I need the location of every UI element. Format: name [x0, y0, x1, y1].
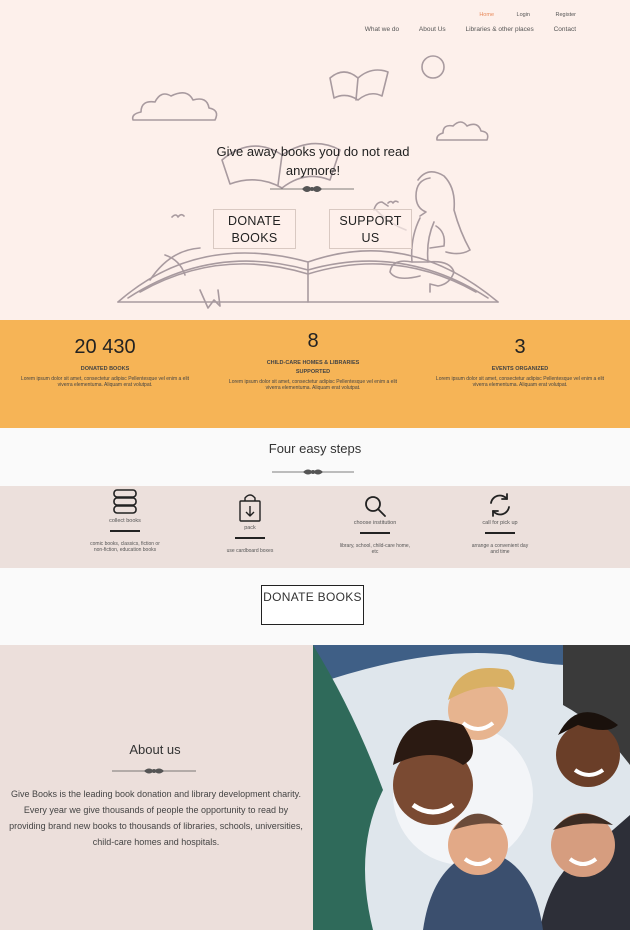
- main-nav: What we do About Us Libraries & other pl…: [347, 26, 576, 33]
- books-stack-icon: [113, 489, 137, 514]
- step-label: pack: [244, 525, 256, 531]
- decoration-divider-icon: [112, 768, 196, 774]
- support-us-button[interactable]: SUPPORT US: [329, 209, 412, 249]
- stat-description: Lorem ipsum dolor sit amet, consectetur …: [435, 376, 605, 388]
- refresh-icon: [490, 493, 510, 517]
- step-collect-books: collect books comic books, classics, fic…: [75, 488, 175, 554]
- steps-title: Four easy steps: [268, 441, 362, 456]
- stats-section: 20 430 DONATED BOOKS Lorem ipsum dolor s…: [0, 320, 630, 428]
- stat-label: CHILD-CARE HOMES & LIBRARIES SUPPORTED: [266, 360, 360, 375]
- nav-contact-link[interactable]: Contact: [554, 26, 576, 33]
- team-photo-illustration: [313, 645, 630, 930]
- about-text: Give Books is the leading book donation …: [9, 789, 303, 847]
- stat-label: EVENTS ORGANIZED: [491, 366, 549, 372]
- stat-label: DONATED BOOKS: [80, 366, 130, 372]
- step-choose-institution: choose institution library, school, chil…: [325, 494, 425, 556]
- donate-books-cta-button[interactable]: DONATE BOOKS: [261, 585, 364, 625]
- step-label: collect books: [109, 518, 141, 524]
- step-label: call for pick up: [482, 520, 518, 526]
- steps-header: Four easy steps: [0, 428, 630, 486]
- donate-cta-section: DONATE BOOKS: [0, 568, 630, 645]
- nav-about-us-link[interactable]: About Us: [419, 26, 446, 33]
- stat-description: Lorem ipsum dolor sit amet, consectetur …: [228, 379, 398, 391]
- steps-section: collect books comic books, classics, fic…: [0, 486, 630, 568]
- nav-login-link[interactable]: Login: [517, 12, 530, 18]
- search-icon: [365, 496, 386, 517]
- donate-books-button[interactable]: DONATE BOOKS: [213, 209, 296, 249]
- stat-homes-libraries: 8 CHILD-CARE HOMES & LIBRARIES SUPPORTED…: [228, 330, 398, 391]
- shopping-bag-icon: [239, 494, 261, 522]
- decoration-divider-icon: [272, 469, 354, 475]
- stat-donated-books: 20 430 DONATED BOOKS Lorem ipsum dolor s…: [20, 336, 190, 388]
- nav-register-link[interactable]: Register: [556, 12, 576, 18]
- about-title: About us: [129, 742, 181, 757]
- stat-events: 3 EVENTS ORGANIZED Lorem ipsum dolor sit…: [435, 336, 605, 388]
- step-underline: [235, 537, 265, 539]
- stat-value: 3: [514, 336, 526, 358]
- step-description: comic books, classics, fiction or non-fi…: [90, 541, 160, 554]
- step-call-for-pickup: call for pick up arrange a convenient da…: [450, 492, 550, 556]
- hero-section: Home Login Register What we do About Us …: [0, 0, 630, 320]
- step-underline: [360, 532, 390, 534]
- step-underline: [110, 530, 140, 532]
- stat-value: 8: [307, 330, 319, 352]
- step-underline: [485, 532, 515, 534]
- hero-title: Give away books you do not read anymore!: [216, 144, 410, 178]
- team-photo: [313, 645, 630, 930]
- decoration-divider-icon: [270, 186, 354, 192]
- nav-home-link[interactable]: Home: [479, 12, 494, 18]
- step-description: arrange a convenient day and time: [471, 543, 529, 556]
- nav-what-we-do-link[interactable]: What we do: [365, 26, 399, 33]
- step-label: choose institution: [353, 520, 397, 526]
- stat-value: 20 430: [74, 336, 136, 358]
- stat-description: Lorem ipsum dolor sit amet, consectetur …: [20, 376, 190, 388]
- about-section: About us Give Books is the leading book …: [0, 645, 313, 930]
- step-description: library, school, child-care home, etc: [339, 543, 411, 556]
- nav-libraries-link[interactable]: Libraries & other places: [465, 26, 533, 33]
- step-description: use cardboard boxes: [226, 548, 274, 554]
- step-pack: pack use cardboard boxes: [200, 493, 300, 554]
